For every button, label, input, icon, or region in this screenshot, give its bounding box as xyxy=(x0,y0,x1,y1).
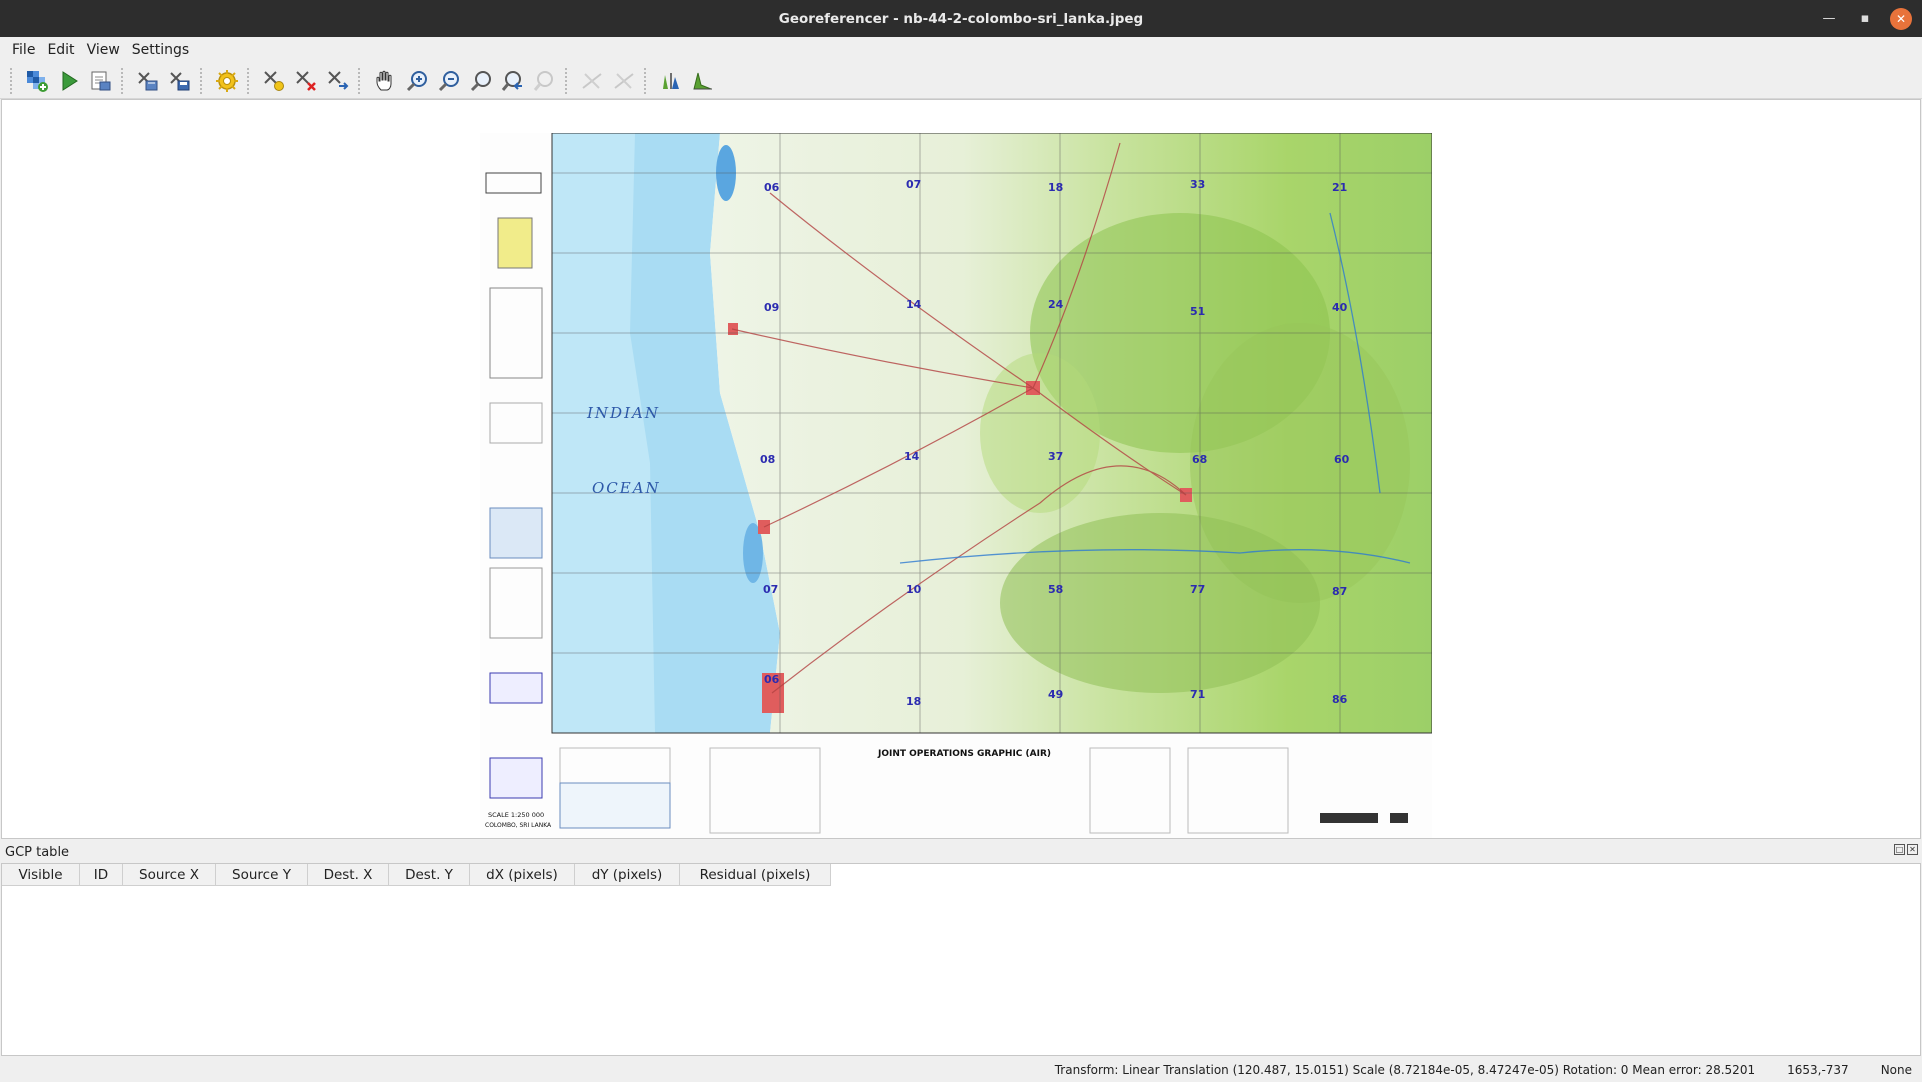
toolbar-separator xyxy=(565,67,572,94)
coordinate-readout: 1653,-737 xyxy=(1787,1063,1849,1077)
grid-number: 18 xyxy=(906,695,921,708)
full-histogram-stretch-icon[interactable] xyxy=(656,66,686,96)
grid-number: 37 xyxy=(1048,450,1063,463)
column-header-source-x[interactable]: Source X xyxy=(123,864,216,886)
grid-number: 21 xyxy=(1332,181,1347,194)
zoom-last-icon[interactable] xyxy=(498,66,528,96)
grid-number: 51 xyxy=(1190,305,1205,318)
raster-map-image: INDIAN OCEAN 06 07 18 33 21 09 14 24 51 … xyxy=(480,132,1433,838)
grid-number: 18 xyxy=(1048,181,1063,194)
toolbar xyxy=(0,63,1922,99)
toolbar-handle[interactable] xyxy=(10,67,17,94)
ocean-label-indian: INDIAN xyxy=(586,404,660,422)
menu-file[interactable]: File xyxy=(6,40,41,60)
status-bar: Transform: Linear Translation (120.487, … xyxy=(0,1058,1922,1082)
link-qgis-to-georeferencer-icon[interactable] xyxy=(609,66,639,96)
save-gcp-points-icon[interactable] xyxy=(165,66,195,96)
window-controls: — ▪ ✕ xyxy=(1818,0,1912,37)
toolbar-separator xyxy=(358,67,365,94)
grid-number: 49 xyxy=(1048,688,1063,701)
grid-number: 08 xyxy=(760,453,775,466)
toolbar-separator xyxy=(247,67,254,94)
close-dock-icon[interactable]: ✕ xyxy=(1907,844,1918,855)
gcp-dock-titlebar: GCP table □ ✕ xyxy=(0,842,1922,862)
move-gcp-point-icon[interactable] xyxy=(323,66,353,96)
column-header-dest-x[interactable]: Dest. X xyxy=(308,864,389,886)
load-gcp-points-icon[interactable] xyxy=(133,66,163,96)
transform-status: Transform: Linear Translation (120.487, … xyxy=(1054,1063,1756,1077)
toolbar-separator xyxy=(644,67,651,94)
column-header-dest-y[interactable]: Dest. Y xyxy=(389,864,470,886)
menu-settings[interactable]: Settings xyxy=(126,40,195,60)
map-scale-text: SCALE 1:250 000 xyxy=(488,811,544,819)
menu-edit[interactable]: Edit xyxy=(41,40,80,60)
add-point-icon[interactable] xyxy=(259,66,289,96)
grid-number: 60 xyxy=(1334,453,1350,466)
zoom-out-icon[interactable] xyxy=(434,66,464,96)
generate-gdal-script-icon[interactable] xyxy=(86,66,116,96)
column-header-dy[interactable]: dY (pixels) xyxy=(575,864,680,886)
grid-number: 14 xyxy=(906,298,922,311)
column-header-visible[interactable]: Visible xyxy=(2,864,80,886)
start-georeferencing-icon[interactable] xyxy=(54,66,84,96)
grid-number: 71 xyxy=(1190,688,1205,701)
toolbar-separator xyxy=(121,67,128,94)
map-series-title: JOINT OPERATIONS GRAPHIC (AIR) xyxy=(877,749,1051,759)
zoom-in-icon[interactable] xyxy=(402,66,432,96)
column-header-dx[interactable]: dX (pixels) xyxy=(470,864,575,886)
window-titlebar: Georeferencer - nb-44-2-colombo-sri_lank… xyxy=(0,0,1922,37)
window-title: Georeferencer - nb-44-2-colombo-sri_lank… xyxy=(778,10,1144,27)
grid-number: 09 xyxy=(764,301,779,314)
link-georeferencer-to-qgis-icon[interactable] xyxy=(577,66,607,96)
gcp-dock-title: GCP table xyxy=(5,844,70,860)
zoom-to-layer-icon[interactable] xyxy=(466,66,496,96)
column-header-source-y[interactable]: Source Y xyxy=(216,864,308,886)
column-header-residual[interactable]: Residual (pixels) xyxy=(680,864,831,886)
dock-buttons: □ ✕ xyxy=(1894,844,1918,855)
local-histogram-stretch-icon[interactable] xyxy=(688,66,718,96)
gcp-table-header: Visible ID Source X Source Y Dest. X Des… xyxy=(2,864,831,886)
close-icon[interactable]: ✕ xyxy=(1890,7,1912,30)
map-canvas[interactable]: INDIAN OCEAN 06 07 18 33 21 09 14 24 51 … xyxy=(1,99,1921,839)
map-sheet-name: COLOMBO, SRI LANKA xyxy=(485,822,552,829)
menu-bar: File Edit View Settings xyxy=(0,37,1922,63)
maximize-icon[interactable]: ▪ xyxy=(1854,8,1876,30)
grid-number: 06 xyxy=(764,673,780,686)
grid-number: 33 xyxy=(1190,178,1205,191)
grid-number: 40 xyxy=(1332,301,1348,314)
gcp-table[interactable]: Visible ID Source X Source Y Dest. X Des… xyxy=(1,863,1921,1056)
grid-number: 77 xyxy=(1190,583,1205,596)
column-header-id[interactable]: ID xyxy=(80,864,123,886)
menu-view[interactable]: View xyxy=(81,40,126,60)
toolbar-separator xyxy=(200,67,207,94)
open-raster-icon[interactable] xyxy=(22,66,52,96)
grid-number: 06 xyxy=(764,181,780,194)
pan-icon[interactable] xyxy=(370,66,400,96)
grid-number: 07 xyxy=(906,178,921,191)
ocean-label-ocean: OCEAN xyxy=(592,479,661,497)
zoom-next-icon[interactable] xyxy=(530,66,560,96)
grid-number: 87 xyxy=(1332,585,1347,598)
grid-number: 68 xyxy=(1192,453,1207,466)
grid-number: 10 xyxy=(906,583,922,596)
grid-number: 14 xyxy=(904,450,920,463)
minimize-icon[interactable]: — xyxy=(1818,8,1840,30)
delete-point-icon[interactable] xyxy=(291,66,321,96)
crs-status[interactable]: None xyxy=(1859,1063,1922,1077)
grid-number: 24 xyxy=(1048,298,1064,311)
float-dock-icon[interactable]: □ xyxy=(1894,844,1905,855)
grid-number: 86 xyxy=(1332,693,1348,706)
transformation-settings-icon[interactable] xyxy=(212,66,242,96)
grid-number: 58 xyxy=(1048,583,1063,596)
grid-number: 07 xyxy=(763,583,778,596)
